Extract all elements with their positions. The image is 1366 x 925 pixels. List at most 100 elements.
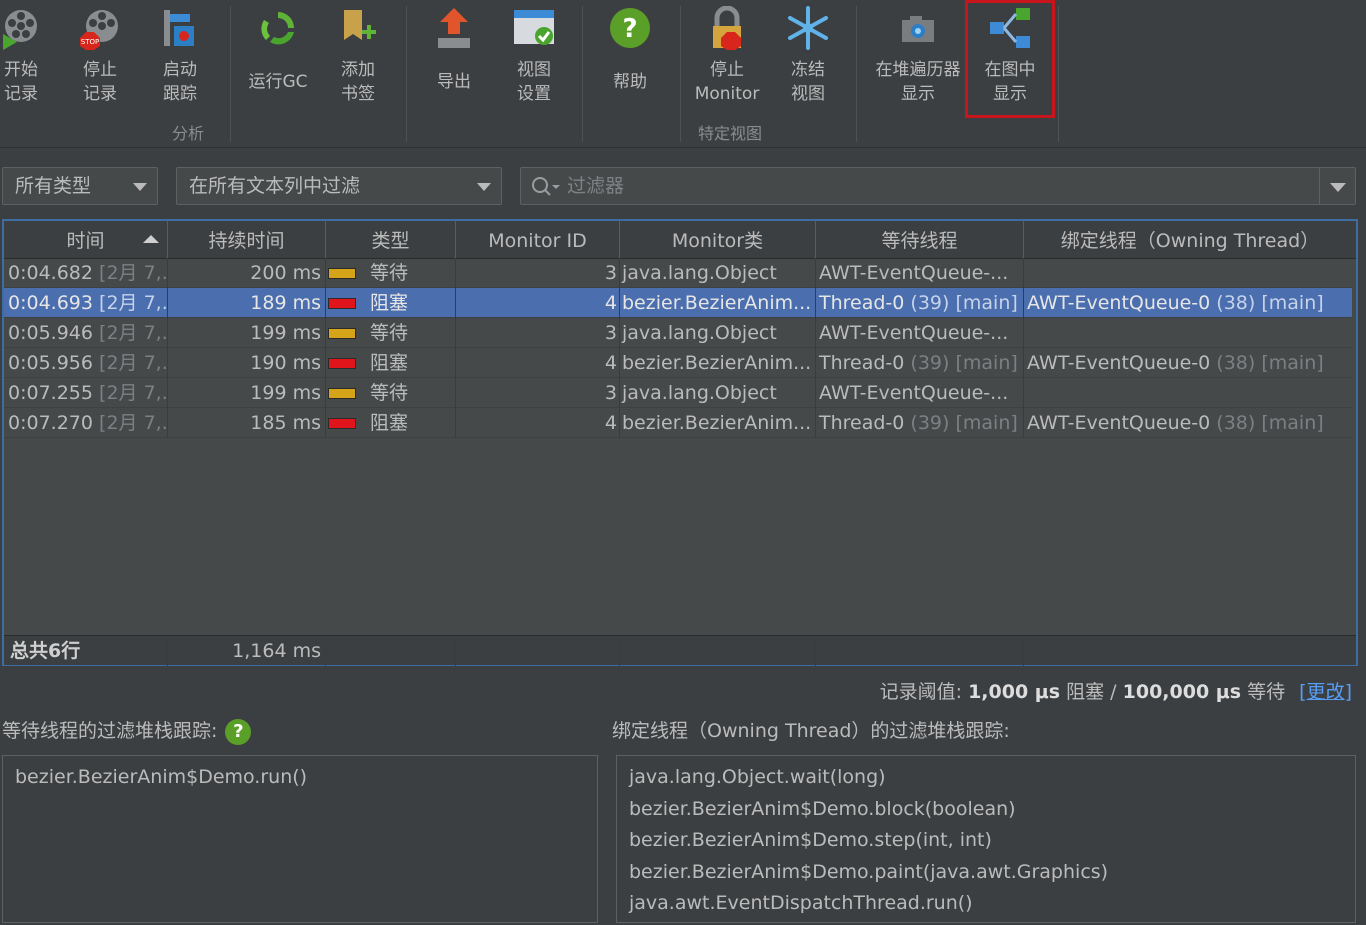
table-footer: 总共6行 1,164 ms xyxy=(4,635,1356,666)
owning-stack-trace[interactable]: java.lang.Object.wait(long) bezier.Bezie… xyxy=(616,755,1356,923)
chevron-down-icon xyxy=(133,183,147,191)
tracking-icon xyxy=(158,6,202,50)
toolbar-separator xyxy=(230,6,231,142)
chevron-down-icon xyxy=(477,183,491,191)
stack-frame[interactable]: bezier.BezierAnim$Demo.step(int, int) xyxy=(629,825,1343,857)
stack-frame[interactable]: java.awt.EventDispatchThread.run() xyxy=(629,888,1343,920)
add-bookmark-label: 添加 书签 xyxy=(341,60,375,104)
group-label-analysis: 分析 xyxy=(172,124,205,143)
run-gc-button[interactable]: 运行GC xyxy=(248,6,308,94)
column-header-owning-thread[interactable]: 绑定线程（Owning Thread） xyxy=(1024,221,1356,259)
export-arrow-icon xyxy=(432,6,476,50)
cell-waiting-thread: Thread-0 (39) [main] xyxy=(816,288,1024,318)
cell-owning-thread: AWT-EventQueue-0 (38) [main] xyxy=(1027,352,1324,374)
toolbar: 开始 记录 STOP 停止 记录 启动 跟踪 运行GC 添加 书签 导出 视图 … xyxy=(0,0,1366,148)
table-row[interactable]: 0:05.956 [2月 7,...190 ms阻塞4bezier.Bezier… xyxy=(4,348,1352,378)
threshold-wait-value: 100,000 μs xyxy=(1122,681,1242,703)
column-header-duration[interactable]: 持续时间 xyxy=(168,221,326,259)
start-recording-button[interactable]: 开始 记录 xyxy=(0,6,42,106)
start-tracking-button[interactable]: 启动 跟踪 xyxy=(158,6,202,106)
run-gc-label: 运行GC xyxy=(248,72,308,92)
stop-monitor-button[interactable]: 停止 Monitor xyxy=(694,6,760,106)
cell-waiting-thread: Thread-0 (39) [main] xyxy=(816,408,1024,438)
export-label: 导出 xyxy=(437,72,471,92)
stack-frame[interactable]: bezier.BezierAnim$Demo.block(boolean) xyxy=(629,794,1343,826)
cell-monitor-id: 3 xyxy=(456,378,620,408)
start-recording-label: 开始 记录 xyxy=(4,60,38,104)
monitor-events-table: 时间 持续时间 类型 Monitor ID Monitor类 等待线程 绑定线程… xyxy=(2,219,1358,666)
cell-duration: 190 ms xyxy=(168,348,326,378)
waiting-stack-trace[interactable]: bezier.BezierAnim$Demo.run() xyxy=(2,755,598,923)
highlight-box xyxy=(965,0,1055,118)
column-header-type[interactable]: 类型 xyxy=(326,221,456,259)
freeze-view-label: 冻结 视图 xyxy=(791,60,825,104)
type-color-swatch xyxy=(328,298,356,309)
cell-waiting-thread: AWT-EventQueue-... xyxy=(816,258,1024,288)
threshold-prefix: 记录阈值: xyxy=(879,681,969,703)
stack-frame[interactable]: bezier.BezierAnim$Demo.paint(java.awt.Gr… xyxy=(629,857,1343,889)
view-settings-button[interactable]: 视图 设置 xyxy=(512,6,556,106)
search-history-dropdown[interactable] xyxy=(1319,168,1355,204)
bookmark-add-icon xyxy=(336,6,380,50)
snowflake-icon xyxy=(786,6,830,50)
column-header-monitor-class[interactable]: Monitor类 xyxy=(620,221,816,259)
cell-monitor-class: bezier.BezierAnim... xyxy=(620,288,816,318)
cell-waiting-thread: AWT-EventQueue-... xyxy=(816,318,1024,348)
help-button[interactable]: ? 帮助 xyxy=(608,6,652,94)
table-header: 时间 持续时间 类型 Monitor ID Monitor类 等待线程 绑定线程… xyxy=(4,221,1356,259)
filter-search-input[interactable]: 过滤器 xyxy=(520,167,1356,205)
cell-owning-thread xyxy=(1024,378,1352,408)
toolbar-separator xyxy=(582,6,583,142)
owning-stack-label: 绑定线程（Owning Thread）的过滤堆栈跟踪: xyxy=(612,720,1010,742)
help-icon[interactable]: ? xyxy=(225,718,252,745)
search-icon xyxy=(531,176,561,203)
column-filter-dropdown[interactable]: 在所有文本列中过滤 xyxy=(176,167,502,205)
svg-text:?: ? xyxy=(622,14,637,44)
column-header-waiting-thread[interactable]: 等待线程 xyxy=(816,221,1024,259)
table-row[interactable]: 0:07.255 [2月 7,...199 ms等待3java.lang.Obj… xyxy=(4,378,1352,408)
cell-type: 阻塞 xyxy=(326,408,456,438)
type-color-swatch xyxy=(328,328,356,339)
stop-badge-text: STOP xyxy=(81,38,99,46)
waiting-stack-label: 等待线程的过滤堆栈跟踪:? xyxy=(2,716,252,745)
threshold-block-label: 阻塞 / xyxy=(1060,681,1123,703)
table-row[interactable]: 0:04.693 [2月 7,...189 ms阻塞4bezier.Bezier… xyxy=(4,288,1352,318)
type-color-swatch xyxy=(328,358,356,369)
threshold-wait-label: 等待 xyxy=(1241,681,1292,703)
freeze-view-button[interactable]: 冻结 视图 xyxy=(786,6,830,106)
cell-owning-thread: AWT-EventQueue-0 (38) [main] xyxy=(1027,292,1324,314)
type-color-swatch xyxy=(328,418,356,429)
cell-time: 0:04.682 [2月 7,... xyxy=(4,258,168,288)
cell-duration: 199 ms xyxy=(168,318,326,348)
show-in-heap-walker-button[interactable]: 在堆遍历器 显示 xyxy=(872,6,964,106)
camera-icon xyxy=(896,6,940,50)
type-filter-dropdown[interactable]: 所有类型 xyxy=(2,167,158,205)
cell-time: 0:05.946 [2月 7,... xyxy=(4,318,168,348)
threshold-block-value: 1,000 μs xyxy=(968,681,1061,703)
cell-time: 0:07.270 [2月 7,... xyxy=(4,408,168,438)
help-icon: ? xyxy=(608,6,652,50)
group-label-specific-view: 特定视图 xyxy=(698,124,763,143)
table-row[interactable]: 0:04.682 [2月 7,...200 ms等待3java.lang.Obj… xyxy=(4,258,1352,288)
cell-monitor-id: 4 xyxy=(456,288,620,318)
footer-total-duration: 1,164 ms xyxy=(168,636,326,666)
toolbar-separator xyxy=(1058,6,1059,142)
table-row[interactable]: 0:07.270 [2月 7,...185 ms阻塞4bezier.Bezier… xyxy=(4,408,1352,438)
stack-frame[interactable]: bezier.BezierAnim$Demo.run() xyxy=(15,762,585,794)
cell-monitor-class: java.lang.Object xyxy=(620,318,816,348)
chevron-down-icon xyxy=(1330,183,1346,192)
column-header-monitor-id[interactable]: Monitor ID xyxy=(456,221,620,259)
toolbar-separator xyxy=(680,6,681,142)
add-bookmark-button[interactable]: 添加 书签 xyxy=(336,6,380,106)
stack-frame[interactable]: java.lang.Object.wait(long) xyxy=(629,762,1343,794)
export-button[interactable]: 导出 xyxy=(432,6,476,94)
stop-recording-button[interactable]: STOP 停止 记录 xyxy=(78,6,122,106)
footer-row-count: 总共6行 xyxy=(4,636,168,666)
type-filter-value: 所有类型 xyxy=(15,175,92,197)
change-threshold-link[interactable]: [更改] xyxy=(1299,681,1352,703)
table-row[interactable]: 0:05.946 [2月 7,...199 ms等待3java.lang.Obj… xyxy=(4,318,1352,348)
cell-duration: 199 ms xyxy=(168,378,326,408)
column-header-time[interactable]: 时间 xyxy=(4,221,168,259)
cell-time: 0:07.255 [2月 7,... xyxy=(4,378,168,408)
cell-type: 等待 xyxy=(326,318,456,348)
